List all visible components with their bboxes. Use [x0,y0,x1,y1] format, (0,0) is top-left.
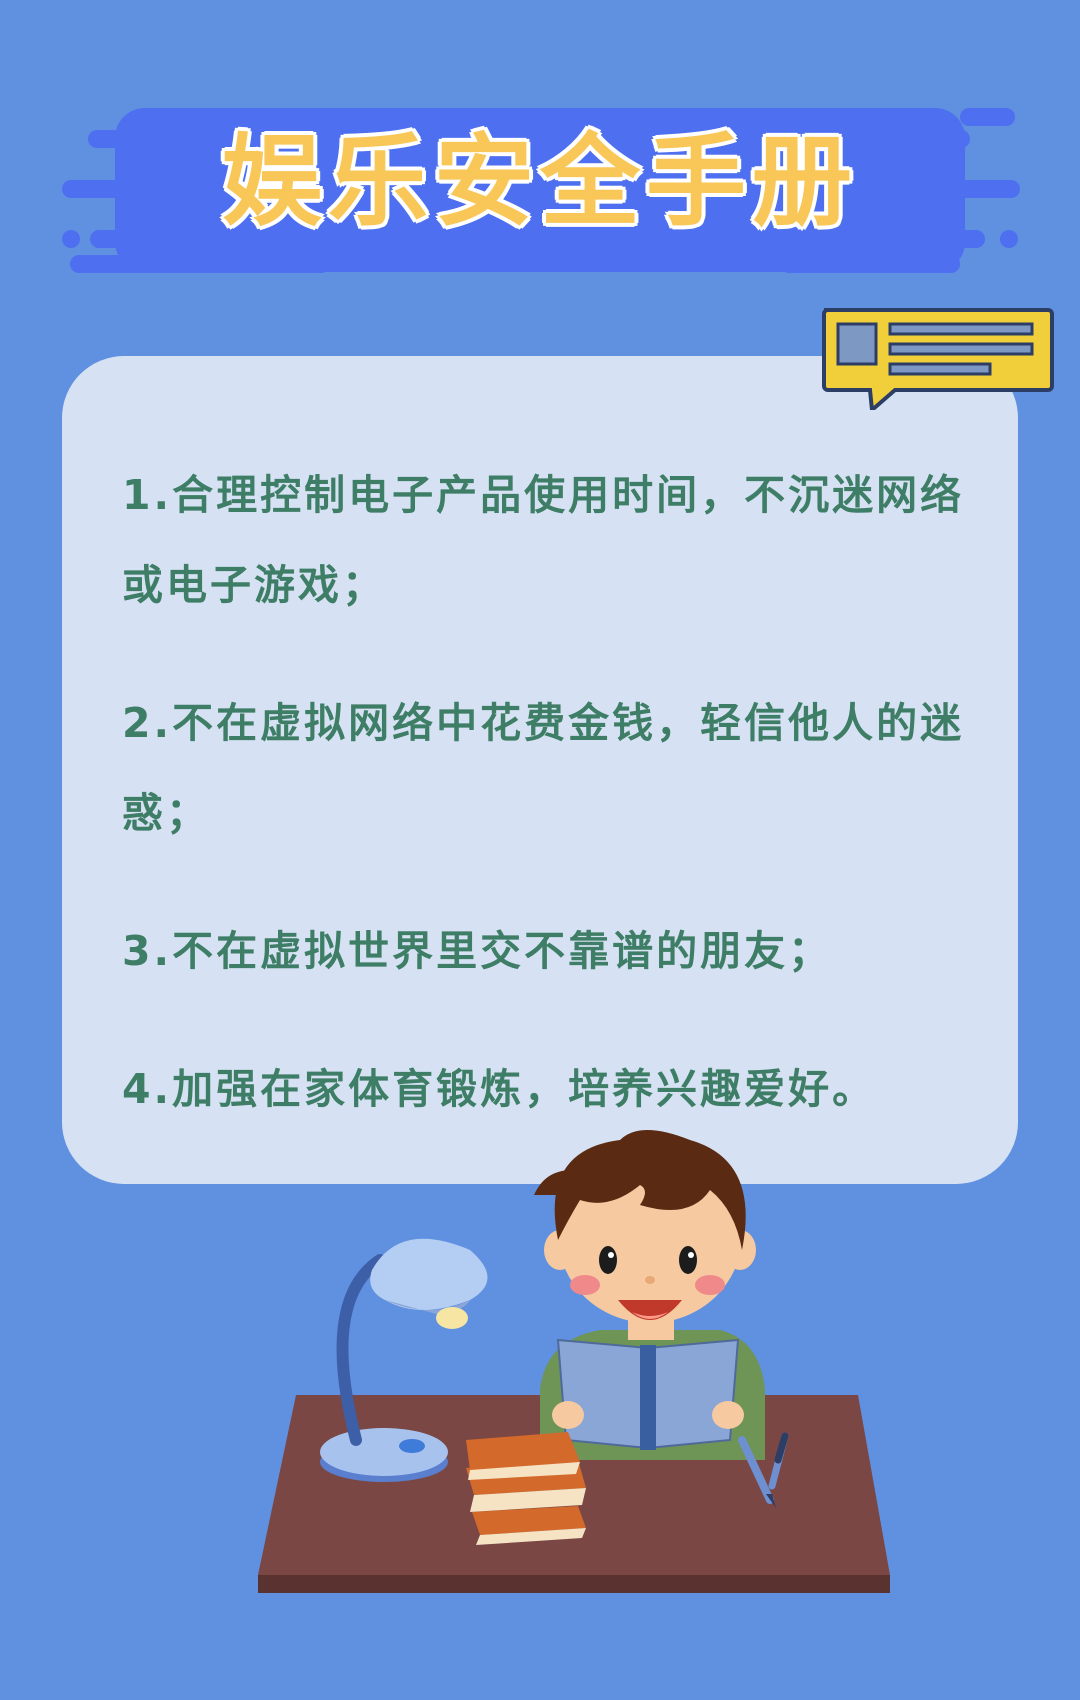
tip-item: 1.合理控制电子产品使用时间，不沉迷网络或电子游戏； [122,471,965,609]
banner-stripe [780,255,960,273]
page-title: 娱乐安全手册 [222,123,858,240]
banner-dot [62,230,80,248]
tips-list: 1.合理控制电子产品使用时间，不沉迷网络或电子游戏； 2.不在虚拟网络中花费金钱… [122,450,972,1182]
tip-item: 2.不在虚拟网络中花费金钱，轻信他人的迷惑； [122,699,965,837]
banner-stripe [960,108,1015,126]
open-book-icon [552,1338,744,1450]
boy-reading-illustration [258,1130,890,1593]
book-stack-icon [466,1432,586,1545]
banner-dot [1000,230,1018,248]
tip-item: 3.不在虚拟世界里交不靠谱的朋友； [122,927,833,975]
banner-stripe [70,255,330,273]
chat-bubble-icon [822,308,1054,410]
